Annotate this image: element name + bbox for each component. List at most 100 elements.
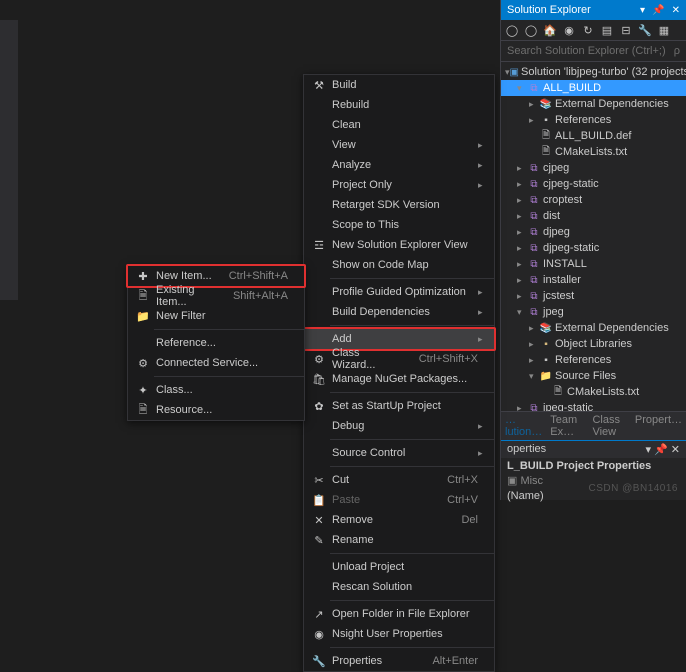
menu-item[interactable]: 📁New Filter [128,306,304,326]
menu-item[interactable]: Profile Guided Optimization▸ [304,282,494,302]
menu-item[interactable]: ✕RemoveDel [304,510,494,530]
menu-item[interactable]: Retarget SDK Version [304,195,494,215]
menu-item[interactable]: Rebuild [304,95,494,115]
menu-item[interactable]: ✚New Item...Ctrl+Shift+A [128,266,304,286]
menu-item[interactable]: 🔧PropertiesAlt+Enter [304,651,494,671]
menu-item[interactable]: ✦Class... [128,380,304,400]
expand-arrow[interactable]: ▾ [529,371,539,382]
tree-item[interactable]: ▸⧉dist [501,208,686,224]
menu-item[interactable]: 🗎Resource... [128,400,304,420]
tree-item[interactable]: ▸▪References [501,112,686,128]
menu-item[interactable]: ☲New Solution Explorer View [304,235,494,255]
menu-item: 📋PasteCtrl+V [304,490,494,510]
solution-node[interactable]: ▾ ▣ Solution 'libjpeg-turbo' (32 project… [501,64,686,80]
menu-item[interactable]: 🗎Existing Item...Shift+Alt+A [128,286,304,306]
tab-properties[interactable]: Propert… [635,414,682,438]
menu-item[interactable]: ✂CutCtrl+X [304,470,494,490]
solution-tree[interactable]: ▾ ▣ Solution 'libjpeg-turbo' (32 project… [501,62,686,432]
tab-team[interactable]: Team Ex… [550,414,584,438]
refresh-icon[interactable]: ↻ [581,23,595,37]
tree-item[interactable]: 🗎ALL_BUILD.def [501,128,686,144]
menu-item[interactable]: Scope to This [304,215,494,235]
menu-item[interactable]: ⚙Class Wizard...Ctrl+Shift+X [304,349,494,369]
menu-item[interactable]: Show on Code Map [304,255,494,275]
expand-arrow[interactable]: ▸ [529,339,539,350]
expand-arrow[interactable]: ▾ [517,307,527,318]
menu-item[interactable]: Add▸ [304,329,494,349]
tree-item[interactable]: ▾📁Source Files [501,368,686,384]
forward-icon[interactable]: ◯ [524,23,538,37]
menu-item[interactable]: ⚙Connected Service... [128,353,304,373]
menu-item[interactable]: Project Only▸ [304,175,494,195]
expand-arrow[interactable]: ▸ [529,355,539,366]
menu-item[interactable]: ✿Set as StartUp Project [304,396,494,416]
menu-label: Source Control [328,447,478,459]
expand-arrow[interactable]: ▸ [517,259,527,270]
tree-item[interactable]: ▸⧉jcstest [501,288,686,304]
menu-shortcut: Ctrl+X [431,474,478,486]
tree-item[interactable]: ▸📚External Dependencies [501,320,686,336]
expand-arrow[interactable]: ▾ [517,83,527,94]
expand-arrow[interactable]: ▸ [529,115,539,126]
pin-icon[interactable]: 📌 [652,5,664,16]
expand-arrow[interactable]: ▸ [517,163,527,174]
menu-label: Reference... [152,337,288,349]
menu-label: Retarget SDK Version [328,199,478,211]
submenu-arrow: ▸ [478,287,488,298]
close-icon[interactable]: ✕ [672,5,680,16]
menu-item[interactable]: Debug▸ [304,416,494,436]
showall-icon[interactable]: ▤ [600,23,614,37]
node-label: installer [543,274,581,286]
tab-solution[interactable]: …lution… [505,414,542,438]
menu-shortcut: Del [445,514,478,526]
dropdown-icon[interactable]: ▾ [640,5,645,16]
sync-icon[interactable]: ◉ [562,23,576,37]
expand-arrow[interactable]: ▸ [517,211,527,222]
tree-item[interactable]: ▸▪References [501,352,686,368]
menu-item[interactable]: Clean [304,115,494,135]
tree-item[interactable]: ▸▪Object Libraries [501,336,686,352]
tree-item[interactable]: ▸⧉INSTALL [501,256,686,272]
menu-item[interactable]: Reference... [128,333,304,353]
back-icon[interactable]: ◯ [505,23,519,37]
menu-item[interactable]: Build Dependencies▸ [304,302,494,322]
menu-item[interactable]: Analyze▸ [304,155,494,175]
tab-classview[interactable]: Class View [592,414,626,438]
expand-arrow[interactable]: ▸ [517,243,527,254]
menu-label: Resource... [152,404,288,416]
tree-item[interactable]: ▾⧉jpeg [501,304,686,320]
tree-item[interactable]: ▸📚External Dependencies [501,96,686,112]
menu-item[interactable]: View▸ [304,135,494,155]
tree-item[interactable]: ▾⧉ALL_BUILD [501,80,686,96]
menu-label: New Filter [152,310,288,322]
search-box[interactable]: Search Solution Explorer (Ctrl+;) ρ [501,41,686,62]
menu-item[interactable]: Unload Project [304,557,494,577]
menu-item[interactable]: 🛍Manage NuGet Packages... [304,369,494,389]
expand-arrow[interactable]: ▸ [529,99,539,110]
tree-item[interactable]: ▸⧉installer [501,272,686,288]
expand-arrow[interactable]: ▸ [517,291,527,302]
expand-arrow[interactable]: ▸ [517,195,527,206]
menu-item[interactable]: Source Control▸ [304,443,494,463]
preview-icon[interactable]: ▦ [657,23,671,37]
menu-item[interactable]: ↗Open Folder in File Explorer [304,604,494,624]
menu-item[interactable]: ◉Nsight User Properties [304,624,494,644]
home-icon[interactable]: 🏠 [543,23,557,37]
tree-item[interactable]: ▸⧉cjpeg-static [501,176,686,192]
collapse-icon[interactable]: ⊟ [619,23,633,37]
properties-icon[interactable]: 🔧 [638,23,652,37]
tree-item[interactable]: 🗎CMakeLists.txt [501,384,686,400]
expand-arrow[interactable]: ▸ [529,323,539,334]
tree-item[interactable]: ▸⧉cjpeg [501,160,686,176]
menu-item[interactable]: ✎Rename [304,530,494,550]
menu-item[interactable]: Rescan Solution [304,577,494,597]
tree-item[interactable]: ▸⧉croptest [501,192,686,208]
tree-item[interactable]: 🗎CMakeLists.txt [501,144,686,160]
expand-arrow[interactable]: ▸ [517,227,527,238]
expand-arrow[interactable]: ▸ [517,179,527,190]
tree-item[interactable]: ▸⧉djpeg-static [501,240,686,256]
menu-item[interactable]: ⚒Build [304,75,494,95]
expand-arrow[interactable]: ▸ [517,275,527,286]
tree-item[interactable]: ▸⧉djpeg [501,224,686,240]
props-pin-icon[interactable]: ▾ 📌 ✕ [645,443,680,456]
